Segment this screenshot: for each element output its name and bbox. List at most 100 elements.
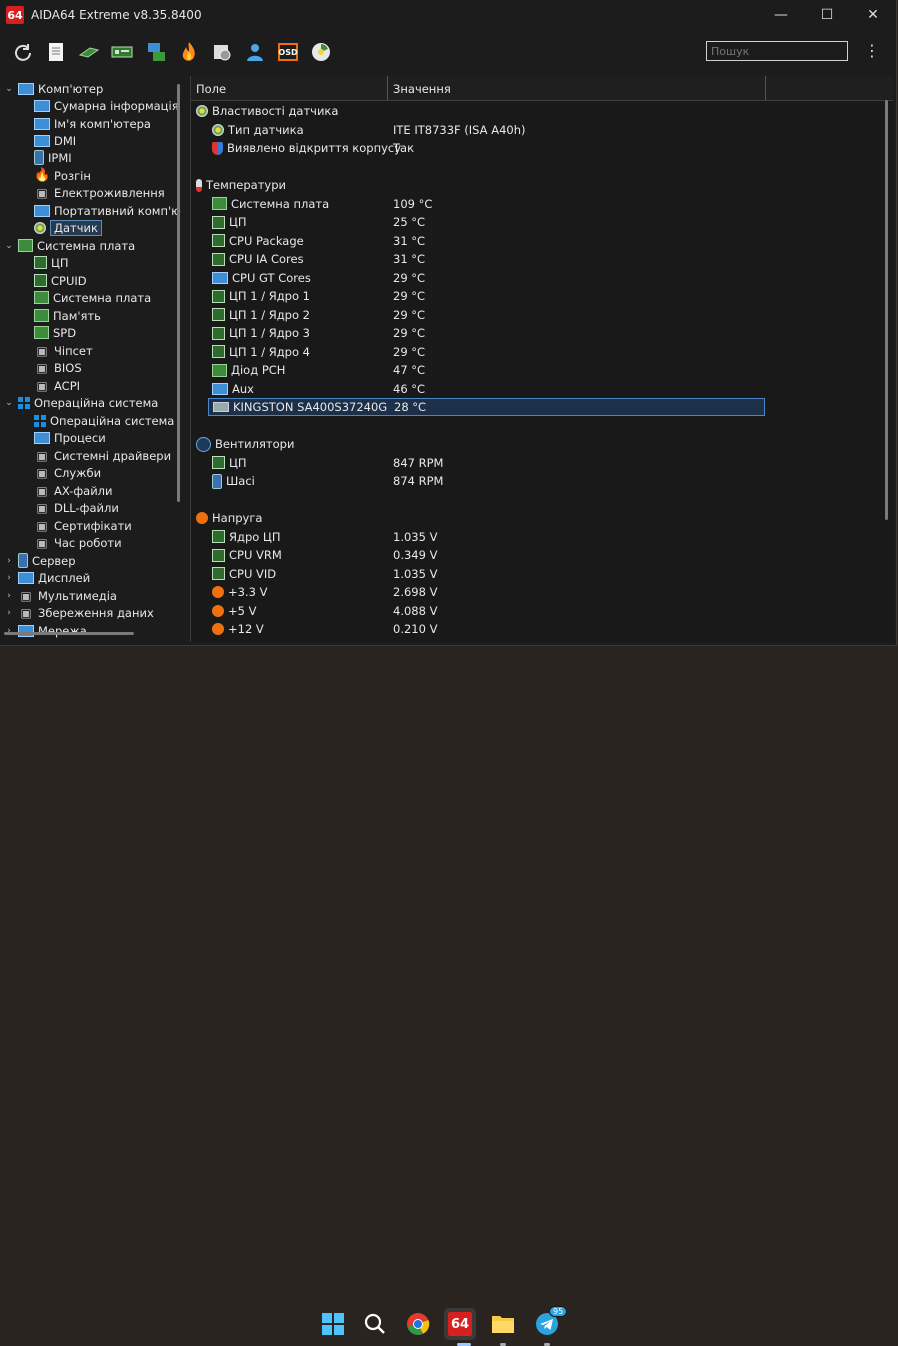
osd-icon[interactable]: OSD bbox=[275, 39, 301, 65]
table-row[interactable]: CPU Package 31 °C bbox=[191, 232, 893, 250]
tree-item[interactable]: ▣ AX-файли bbox=[24, 482, 112, 499]
table-row[interactable]: +3.3 V 2.698 V bbox=[191, 583, 893, 601]
telegram-icon[interactable]: 95 bbox=[531, 1306, 568, 1340]
chevron-down-icon[interactable]: ⌄ bbox=[4, 241, 14, 251]
value-cell: 0.349 V bbox=[393, 548, 438, 562]
tree-item[interactable]: ЦП bbox=[24, 254, 69, 271]
chevron-down-icon[interactable]: ⌄ bbox=[4, 84, 14, 94]
tree-horizontal-scrollbar[interactable] bbox=[4, 632, 134, 635]
tree-item[interactable]: Операційна система bbox=[24, 412, 174, 429]
more-menu-icon[interactable]: ⋮ bbox=[864, 42, 880, 62]
tools-icon[interactable] bbox=[209, 39, 235, 65]
tree-item[interactable]: Сумарна інформація bbox=[24, 97, 179, 114]
field-label: +3.3 V bbox=[228, 585, 268, 599]
tree-item[interactable]: DMI bbox=[24, 132, 76, 149]
sensor-icon[interactable] bbox=[308, 39, 334, 65]
tree-item[interactable]: › ▣ Збереження даних bbox=[4, 604, 154, 621]
title-bar[interactable]: 64 AIDA64 Extreme v8.35.8400 — ☐ ✕ bbox=[0, 0, 896, 30]
tree-item[interactable]: SPD bbox=[24, 324, 76, 341]
tree-item[interactable]: ▣ Електроживлення bbox=[24, 184, 164, 201]
chevron-right-icon[interactable]: › bbox=[4, 591, 14, 601]
table-row[interactable]: ЦП 1 / Ядро 2 29 °C bbox=[191, 306, 893, 324]
tree-item[interactable]: ▣ Час роботи bbox=[24, 534, 121, 551]
tree-item[interactable]: ▣ Системні драйвери bbox=[24, 447, 171, 464]
tree-item[interactable]: ▣ Чіпсет bbox=[24, 342, 92, 359]
table-row[interactable]: ЦП 1 / Ядро 4 29 °C bbox=[191, 343, 893, 361]
search-input[interactable] bbox=[706, 41, 848, 61]
table-row[interactable]: Ядро ЦП 1.035 V bbox=[191, 528, 893, 546]
tree-item[interactable]: 🔥 Розгін bbox=[24, 167, 91, 184]
chevron-down-icon[interactable]: ⌄ bbox=[4, 398, 14, 408]
flame-icon[interactable] bbox=[176, 39, 202, 65]
table-row[interactable]: +5 V 4.088 V bbox=[191, 602, 893, 620]
table-row[interactable]: KINGSTON SA400S37240G 28 °C bbox=[208, 398, 765, 416]
tree-item[interactable]: › ▣ Мультимедіа bbox=[4, 587, 117, 604]
memory-module-icon[interactable] bbox=[76, 39, 102, 65]
tree-item[interactable]: Портативний комп'ю bbox=[24, 202, 181, 219]
search-icon[interactable] bbox=[359, 1308, 391, 1340]
table-row[interactable]: Діод PCH 47 °C bbox=[191, 361, 893, 379]
tree-item[interactable]: ▣ DLL-файли bbox=[24, 499, 118, 516]
table-row[interactable]: +12 V 0.210 V bbox=[191, 620, 893, 638]
tree-item[interactable]: Процеси bbox=[24, 429, 106, 446]
group-header-row[interactable]: Температури bbox=[191, 176, 893, 194]
tree-item[interactable]: › Дисплей bbox=[4, 569, 90, 586]
value-cell: 2.698 V bbox=[393, 585, 438, 599]
close-button[interactable]: ✕ bbox=[850, 0, 896, 30]
tree-item[interactable]: IPMI bbox=[24, 149, 72, 166]
network-icon[interactable] bbox=[143, 39, 169, 65]
table-row[interactable]: ЦП 25 °C bbox=[191, 213, 893, 231]
tree-item[interactable]: › Мережа bbox=[4, 622, 87, 639]
group-header-row[interactable]: Вентилятори bbox=[191, 435, 893, 453]
table-row[interactable]: ЦП 847 RPM bbox=[191, 454, 893, 472]
tree-item-label: Збереження даних bbox=[38, 605, 154, 620]
tree-item[interactable]: Пам'ять bbox=[24, 307, 101, 324]
chrome-icon[interactable] bbox=[402, 1308, 434, 1340]
chevron-right-icon[interactable]: › bbox=[4, 608, 14, 618]
tree-item[interactable]: Системна плата bbox=[24, 289, 151, 306]
chevron-right-icon[interactable]: › bbox=[4, 556, 14, 566]
table-row[interactable]: Виявлено відкриття корпусу Так bbox=[191, 139, 893, 157]
table-row[interactable]: CPU VRM 0.349 V bbox=[191, 546, 893, 564]
column-header-value[interactable]: Значення bbox=[388, 76, 766, 100]
minimize-button[interactable]: — bbox=[758, 0, 804, 30]
tree-item[interactable]: › Сервер bbox=[4, 552, 76, 569]
motherboard-icon[interactable] bbox=[109, 39, 135, 65]
tree-item[interactable]: ⌄ Комп'ютер bbox=[4, 80, 103, 97]
chevron-right-icon[interactable]: › bbox=[4, 573, 14, 583]
table-row[interactable]: CPU GT Cores 29 °C bbox=[191, 269, 893, 287]
start-button[interactable] bbox=[317, 1308, 349, 1340]
group-header-row[interactable]: Напруга bbox=[191, 509, 893, 527]
file-explorer-icon[interactable] bbox=[487, 1308, 519, 1340]
table-row[interactable]: CPU IA Cores 31 °C bbox=[191, 250, 893, 268]
table-row[interactable]: CPU VID 1.035 V bbox=[191, 565, 893, 583]
tree-item[interactable]: ▣ Служби bbox=[24, 464, 101, 481]
tree-item[interactable]: CPUID bbox=[24, 272, 87, 289]
tree-item[interactable]: Датчик bbox=[24, 219, 102, 236]
tree-vertical-scrollbar[interactable] bbox=[177, 84, 180, 502]
field-label: +5 V bbox=[228, 603, 257, 618]
tree-item[interactable]: ▣ Сертифікати bbox=[24, 517, 131, 534]
report-icon[interactable] bbox=[43, 39, 69, 65]
tree-item[interactable]: ▣ BIOS bbox=[24, 359, 81, 376]
chip-icon bbox=[212, 456, 225, 469]
table-row[interactable]: Aux 46 °C bbox=[191, 380, 893, 398]
tree-item[interactable]: ⌄ Системна плата bbox=[4, 237, 135, 254]
maximize-button[interactable]: ☐ bbox=[804, 0, 850, 30]
gen-icon: ▣ bbox=[36, 518, 48, 533]
table-row[interactable]: ЦП 1 / Ядро 3 29 °C bbox=[191, 324, 893, 342]
table-row[interactable]: Тип датчика ITE IT8733F (ISA A40h) bbox=[191, 121, 893, 139]
refresh-icon[interactable] bbox=[10, 39, 36, 65]
grid-vertical-scrollbar[interactable] bbox=[885, 100, 888, 520]
table-row[interactable]: ЦП 1 / Ядро 1 29 °C bbox=[191, 287, 893, 305]
table-row[interactable]: Системна плата 109 °C bbox=[191, 195, 893, 213]
column-header-field[interactable]: Поле bbox=[191, 76, 388, 100]
table-row[interactable]: Шасі 874 RPM bbox=[191, 472, 893, 490]
group-header-row[interactable]: Властивості датчика bbox=[191, 102, 893, 120]
monitor-icon bbox=[18, 571, 34, 584]
tree-item[interactable]: ▣ ACPI bbox=[24, 377, 80, 394]
tree-item[interactable]: ⌄ Операційна система bbox=[4, 394, 158, 411]
aida64-app-button[interactable]: 64 bbox=[444, 1308, 476, 1340]
user-icon[interactable] bbox=[242, 39, 268, 65]
tree-item[interactable]: Ім'я комп'ютера bbox=[24, 115, 151, 132]
